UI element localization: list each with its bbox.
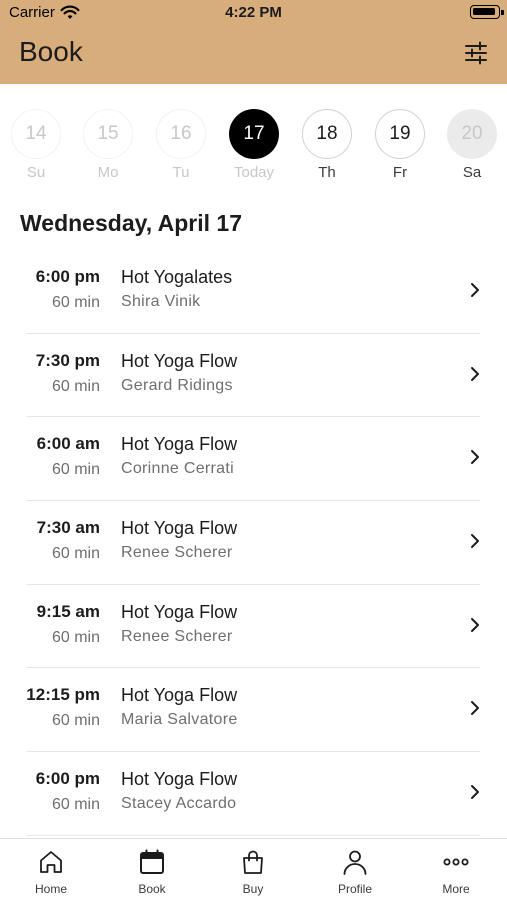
class-instructor: Gerard Ridings: [121, 376, 233, 394]
class-list: 6:00 pm 60 min Hot Yogalates Shira Vinik…: [0, 250, 507, 836]
class-instructor: Corinne Cerrati: [121, 460, 234, 478]
day-label: Sa: [462, 164, 482, 181]
class-duration: 60 min: [51, 796, 100, 814]
class-row[interactable]: 12:15 pm 60 min Hot Yoga Flow Maria Salv…: [0, 668, 507, 752]
tab-buy[interactable]: Buy: [218, 839, 288, 900]
class-time: 6:00 pm: [35, 267, 100, 286]
tab-label: Buy: [242, 882, 264, 896]
class-name: Hot Yoga Flow: [121, 769, 238, 790]
day-20[interactable]: 20 Sa: [446, 106, 498, 186]
day-number: 20: [447, 109, 497, 159]
tab-label: Profile: [337, 882, 372, 896]
day-14[interactable]: 14 Su: [10, 106, 62, 186]
class-name: Hot Yogalates: [121, 267, 233, 287]
class-instructor: Renee Scherer: [121, 544, 233, 562]
day-number: 14: [11, 109, 61, 159]
class-name: Hot Yoga Flow: [121, 434, 238, 455]
battery-tip: [501, 10, 504, 15]
class-time: 6:00 am: [36, 434, 100, 454]
class-name: Hot Yoga Flow: [121, 518, 238, 539]
class-instructor: Stacey Accardo: [121, 795, 237, 813]
day-label: Su: [26, 164, 46, 181]
chevron-right-icon: [471, 701, 479, 716]
class-duration: 60 min: [51, 294, 100, 311]
class-time: 7:30 am: [36, 518, 100, 538]
tab-profile[interactable]: Profile: [320, 839, 390, 900]
chevron-right-icon: [471, 785, 479, 800]
day-selector: 14 Su 15 Mo 16 Tu 17 Today 18 Th 19 Fr 2…: [0, 106, 507, 186]
day-number: 16: [156, 109, 206, 159]
class-row[interactable]: 7:30 am 60 min Hot Yoga Flow Renee Scher…: [0, 501, 507, 585]
day-number: 15: [83, 109, 133, 159]
day-label: Mo: [97, 164, 119, 181]
day-label: Today: [233, 164, 275, 181]
tab-more[interactable]: More: [421, 839, 491, 900]
person-icon: [343, 850, 367, 875]
header-bar: Carrier 4:22 PM Book: [0, 0, 507, 84]
day-18[interactable]: 18 Th: [301, 106, 353, 186]
calendar-icon: [140, 849, 164, 874]
status-clock: 4:22 PM: [225, 4, 282, 21]
day-17-selected[interactable]: 17 Today: [228, 106, 280, 186]
battery-icon: [470, 5, 500, 19]
class-instructor: Maria Salvatore: [121, 711, 238, 729]
class-duration: 60 min: [51, 377, 100, 395]
chevron-right-icon: [471, 366, 479, 381]
page-title: Book: [19, 36, 83, 67]
class-row[interactable]: 7:30 pm 60 min Hot Yoga Flow Gerard Ridi…: [0, 334, 507, 418]
class-name: Hot Yoga Flow: [121, 685, 238, 706]
class-name: Hot Yoga Flow: [121, 350, 238, 371]
day-label: Fr: [392, 164, 408, 181]
day-16[interactable]: 16 Tu: [155, 106, 207, 186]
class-duration: 60 min: [51, 545, 100, 563]
class-time: 12:15 pm: [26, 685, 100, 705]
class-time: 7:30 pm: [35, 350, 100, 370]
class-instructor: Shira Vinik: [121, 293, 201, 310]
home-icon: [40, 851, 62, 873]
filter-icon[interactable]: [461, 38, 491, 68]
class-row[interactable]: 6:00 pm 60 min Hot Yoga Flow Stacey Acca…: [0, 752, 507, 836]
tab-label: Home: [34, 882, 67, 896]
day-number: 19: [375, 109, 425, 159]
day-label: Tu: [172, 164, 190, 181]
tab-label: Book: [138, 882, 166, 896]
chevron-right-icon: [471, 534, 479, 549]
shopping-bag-icon: [243, 850, 263, 874]
chevron-right-icon: [471, 283, 479, 297]
class-duration: 60 min: [51, 628, 100, 646]
class-row[interactable]: 6:00 pm 60 min Hot Yogalates Shira Vinik: [0, 250, 507, 334]
class-row[interactable]: 9:15 am 60 min Hot Yoga Flow Renee Scher…: [0, 585, 507, 669]
date-heading: Wednesday, April 17: [20, 210, 242, 236]
day-15[interactable]: 15 Mo: [82, 106, 134, 186]
day-number: 17: [229, 109, 279, 159]
class-duration: 60 min: [51, 461, 100, 479]
class-time: 6:00 pm: [35, 769, 100, 789]
day-number: 18: [302, 109, 352, 159]
day-label: Th: [318, 164, 336, 181]
class-instructor: Renee Scherer: [121, 627, 233, 645]
status-bar: Carrier 4:22 PM: [0, 0, 507, 24]
tab-bar: Home Book Buy Profile More: [0, 838, 507, 900]
tab-label: More: [442, 882, 470, 896]
class-row[interactable]: 6:00 am 60 min Hot Yoga Flow Corinne Cer…: [0, 417, 507, 501]
more-icon: [443, 858, 469, 866]
chevron-right-icon: [471, 450, 479, 465]
chevron-right-icon: [471, 617, 479, 632]
class-name: Hot Yoga Flow: [121, 601, 238, 622]
tab-home[interactable]: Home: [16, 839, 86, 900]
tab-book[interactable]: Book: [117, 839, 187, 900]
class-duration: 60 min: [51, 712, 100, 730]
day-19[interactable]: 19 Fr: [374, 106, 426, 186]
class-time: 9:15 am: [36, 601, 100, 621]
